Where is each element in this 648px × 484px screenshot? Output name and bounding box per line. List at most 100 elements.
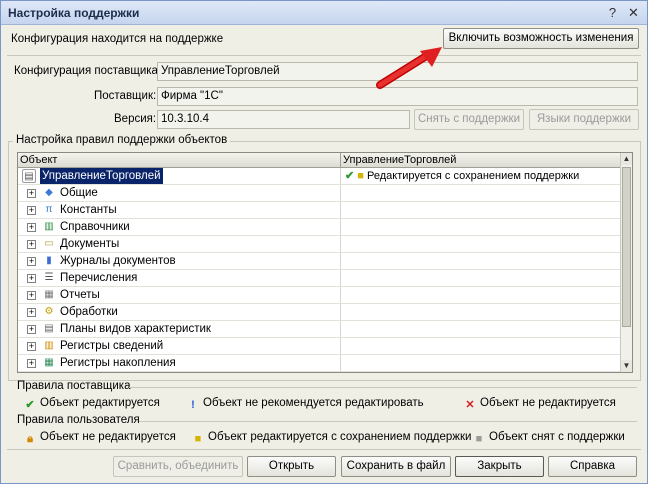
expand-icon[interactable]: +	[27, 189, 36, 198]
help-button[interactable]: Справка	[548, 456, 637, 477]
user-rules-title: Правила пользователя	[17, 414, 140, 426]
tree-row[interactable]: + ◆ Общие	[18, 185, 620, 202]
vendor-config-label: Конфигурация поставщика:	[14, 65, 162, 77]
journals-icon: ▮	[46, 255, 52, 266]
tree-row[interactable]: + ▦ Отчеты	[18, 287, 620, 304]
footer-divider	[7, 449, 641, 450]
tree-row[interactable]: + ▮ Журналы документов	[18, 253, 620, 270]
expand-icon[interactable]: +	[27, 223, 36, 232]
expand-icon[interactable]: +	[27, 359, 36, 368]
legend-text: Объект не рекомендуется редактировать	[203, 397, 424, 409]
support-settings-window: Настройка поддержки ? ✕ Конфигурация нах…	[0, 0, 648, 484]
scroll-down-icon[interactable]: ▼	[621, 360, 632, 372]
scroll-up-icon[interactable]: ▲	[621, 153, 632, 165]
expand-icon[interactable]: +	[27, 257, 36, 266]
scroll-thumb[interactable]	[622, 167, 631, 327]
enable-changes-button[interactable]: Включить возможность изменения	[443, 28, 639, 49]
tree-item-rule[interactable]	[340, 202, 345, 218]
column-header-vendor[interactable]: УправлениеТорговлей	[340, 153, 620, 168]
tree-item-label: Общие	[60, 187, 98, 199]
tree-row[interactable]: + ▥ Регистры сведений	[18, 338, 620, 355]
vendor-rules-divider	[129, 387, 637, 388]
tree-row[interactable]: + ▭ Документы	[18, 236, 620, 253]
tree-root-label: УправлениеТорговлей	[40, 168, 163, 184]
info-registers-icon: ▥	[44, 340, 54, 351]
support-status-text: Конфигурация находится на поддержке	[11, 33, 224, 45]
legend-vendor-editable: ✔ Объект редактируется	[23, 397, 159, 411]
tree-item-label: Константы	[60, 204, 117, 216]
version-field: 10.3.10.4	[157, 110, 410, 129]
tree-row[interactable]: + ▦ Регистры накопления	[18, 355, 620, 372]
catalogs-icon: ▥	[44, 221, 54, 232]
lock-icon: 🔒︎	[27, 433, 33, 445]
tree-item-label: Планы видов характеристик	[60, 323, 211, 335]
tree-row[interactable]: + ☰ Перечисления	[18, 270, 620, 287]
close-button[interactable]: Закрыть	[455, 456, 544, 477]
tree-item-rule[interactable]	[340, 355, 345, 371]
tree-row-root[interactable]: ▤ УправлениеТорговлей ✔ ■ Редактируется …	[18, 168, 620, 185]
tree-root-rule[interactable]: ✔ ■ Редактируется с сохранением поддержк…	[340, 168, 579, 184]
support-languages-button[interactable]: Языки поддержки	[529, 109, 639, 130]
expand-icon[interactable]: +	[27, 274, 36, 283]
exclamation-icon: !	[191, 399, 195, 411]
processing-icon: ⚙	[44, 306, 54, 317]
legend-user-removed-from-support: ■ Объект снят с поддержки	[472, 431, 625, 445]
expand-icon[interactable]: +	[27, 342, 36, 351]
expand-icon[interactable]: +	[27, 240, 36, 249]
tree-item-rule[interactable]	[340, 253, 345, 269]
tree-item-label: Документы	[60, 238, 120, 250]
yellow-cube-icon: ■	[357, 170, 364, 182]
tree-row[interactable]: + ⚙ Обработки	[18, 304, 620, 321]
tree-item-rule[interactable]	[340, 236, 345, 252]
yellow-cube-icon: ■	[194, 433, 202, 445]
save-to-file-button[interactable]: Сохранить в файл	[341, 456, 451, 477]
legend-text: Объект снят с поддержки	[489, 431, 625, 443]
check-icon: ✔	[345, 170, 355, 182]
tree-item-rule[interactable]	[340, 321, 345, 337]
expand-icon[interactable]: +	[27, 291, 36, 300]
tree-item-rule[interactable]	[340, 219, 345, 235]
configuration-icon: ▤	[22, 169, 36, 183]
title-bar[interactable]: Настройка поддержки ? ✕	[1, 1, 647, 25]
tree-item-rule[interactable]	[340, 338, 345, 354]
tree-row[interactable]: + ▥ Справочники	[18, 219, 620, 236]
legend-text: Объект редактируется с сохранением подде…	[208, 431, 472, 443]
legend-vendor-not-editable: ✕ Объект не редактируется	[463, 397, 615, 411]
tree-item-rule[interactable]	[340, 270, 345, 286]
open-button[interactable]: Открыть	[247, 456, 336, 477]
expand-icon[interactable]: +	[27, 325, 36, 334]
tree-scrollbar[interactable]: ▲ ▼	[620, 153, 632, 372]
column-header-object[interactable]: Объект	[18, 153, 340, 168]
rules-group-title: Настройка правил поддержки объектов	[13, 134, 231, 146]
help-title-button[interactable]: ?	[604, 5, 621, 21]
compare-merge-button[interactable]: Сравнить, объединить	[113, 456, 243, 477]
legend-user-not-editable: 🔒︎ Объект не редактируется	[23, 431, 176, 445]
tree-item-rule[interactable]	[340, 287, 345, 303]
tree-row[interactable]: + π Константы	[18, 202, 620, 219]
support-rules-tree[interactable]: Объект УправлениеТорговлей ▤ УправлениеТ…	[17, 152, 633, 373]
tree-item-label: Регистры сведений	[60, 340, 164, 352]
check-icon: ✔	[25, 399, 35, 411]
supplier-label: Поставщик:	[94, 90, 157, 102]
legend-user-editable-with-support: ■ Объект редактируется с сохранением подд…	[191, 431, 472, 445]
gray-cube-icon: ■	[475, 433, 483, 445]
reports-icon: ▦	[44, 289, 54, 300]
root-rule-text: Редактируется с сохранением поддержки	[367, 170, 580, 182]
tree-item-label: Журналы документов	[60, 255, 176, 267]
tree-item-rule[interactable]	[340, 304, 345, 320]
red-arrow-annotation	[376, 47, 442, 89]
tree-row[interactable]: + ▤ Планы видов характеристик	[18, 321, 620, 338]
remove-support-button[interactable]: Снять с поддержки	[414, 109, 524, 130]
tree-item-rule[interactable]	[340, 185, 345, 201]
tree-item-label: Отчеты	[60, 289, 100, 301]
tree-item-label: Перечисления	[60, 272, 138, 284]
close-title-button[interactable]: ✕	[625, 5, 642, 21]
header-divider	[7, 55, 641, 56]
version-label: Версия:	[114, 113, 157, 125]
common-icon: ◆	[45, 187, 53, 198]
documents-icon: ▭	[44, 238, 54, 249]
red-cross-icon: ✕	[465, 399, 475, 411]
expand-icon[interactable]: +	[27, 308, 36, 317]
expand-icon[interactable]: +	[27, 206, 36, 215]
tree-item-label: Справочники	[60, 221, 130, 233]
